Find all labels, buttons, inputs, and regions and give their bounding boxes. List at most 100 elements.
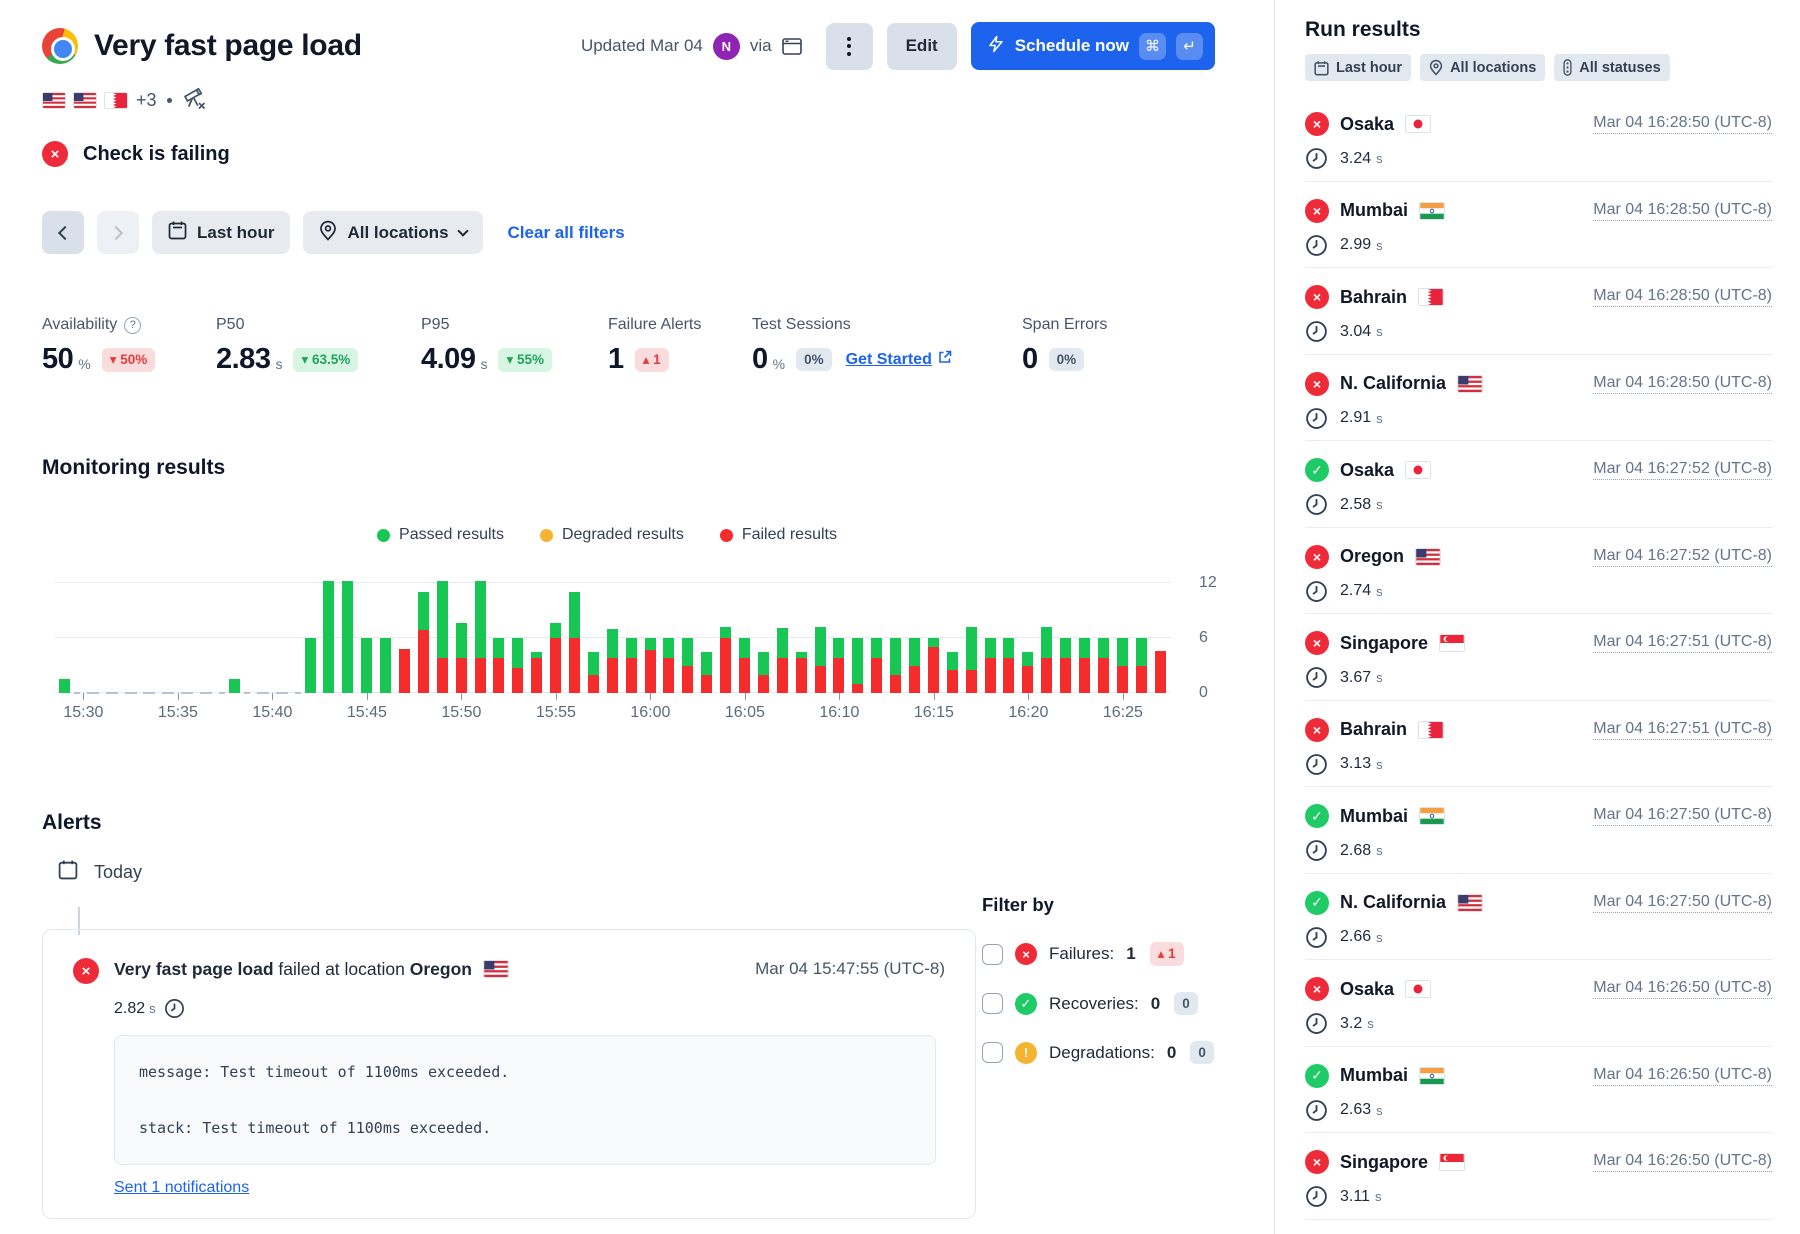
chart-bar-16:07[interactable] — [773, 560, 792, 693]
run-result-item[interactable]: ×OregonMar 04 16:27:52 (UTC-8)2.74s — [1305, 528, 1772, 615]
legend-item-passed[interactable]: Passed results — [377, 526, 504, 544]
run-timestamp-link[interactable]: Mar 04 16:27:52 (UTC-8) — [1593, 460, 1772, 480]
run-filter-pill-calendar[interactable]: Last hour — [1305, 54, 1411, 81]
get-started-link[interactable]: Get Started — [846, 350, 952, 369]
chart-bar-15:29[interactable] — [55, 560, 74, 693]
chart-bar-15:49[interactable] — [433, 560, 452, 693]
run-result-item[interactable]: ✓N. CaliforniaMar 04 16:27:50 (UTC-8)2.6… — [1305, 874, 1772, 961]
chart-bar-15:38[interactable] — [225, 560, 244, 693]
run-timestamp-link[interactable]: Mar 04 16:27:52 (UTC-8) — [1593, 547, 1772, 567]
run-filter-pill-pin[interactable]: All locations — [1420, 54, 1545, 81]
clear-all-filters-link[interactable]: Clear all filters — [508, 223, 625, 243]
legend-item-failed[interactable]: Failed results — [720, 526, 837, 544]
chart-bar-16:03[interactable] — [697, 560, 716, 693]
run-timestamp-link[interactable]: Mar 04 16:26:50 (UTC-8) — [1593, 1152, 1772, 1172]
run-timestamp-link[interactable]: Mar 04 16:27:50 (UTC-8) — [1593, 806, 1772, 826]
chart-bar-16:08[interactable] — [792, 560, 811, 693]
chart-bar-15:54[interactable] — [527, 560, 546, 693]
run-result-item[interactable]: ×N. CaliforniaMar 04 16:28:50 (UTC-8)2.9… — [1305, 355, 1772, 442]
legend-item-degraded[interactable]: Degraded results — [540, 526, 684, 544]
chart-bar-16:26[interactable] — [1132, 560, 1151, 693]
chart-bar-16:01[interactable] — [660, 560, 679, 693]
chart-bar-16:23[interactable] — [1075, 560, 1094, 693]
chart-bar-16:13[interactable] — [886, 560, 905, 693]
chart-bar-15:56[interactable] — [565, 560, 584, 693]
time-range-filter-button[interactable]: Last hour — [152, 211, 290, 254]
chart-bar-16:25[interactable] — [1113, 560, 1132, 693]
chart-bar-15:58[interactable] — [603, 560, 622, 693]
chart-bar-16:09[interactable] — [811, 560, 830, 693]
chart-bar-15:36[interactable] — [187, 560, 206, 693]
run-timestamp-link[interactable]: Mar 04 16:26:50 (UTC-8) — [1593, 1066, 1772, 1086]
chart-bar-16:20[interactable] — [1018, 560, 1037, 693]
schedule-now-button[interactable]: Schedule now ⌘ ↵ — [971, 22, 1215, 70]
chart-bar-15:53[interactable] — [508, 560, 527, 693]
run-timestamp-link[interactable]: Mar 04 16:28:50 (UTC-8) — [1593, 374, 1772, 394]
alert-card[interactable]: × Very fast page load failed at location… — [42, 929, 976, 1219]
run-timestamp-link[interactable]: Mar 04 16:26:50 (UTC-8) — [1593, 979, 1772, 999]
chart-bar-16:15[interactable] — [924, 560, 943, 693]
run-timestamp-link[interactable]: Mar 04 16:28:50 (UTC-8) — [1593, 114, 1772, 134]
chart-bar-16:06[interactable] — [754, 560, 773, 693]
sent-notifications-link[interactable]: Sent 1 notifications — [114, 1179, 249, 1197]
run-result-item[interactable]: ×OsakaMar 04 16:28:50 (UTC-8)3.24s — [1305, 95, 1772, 182]
run-result-item[interactable]: ×SingaporeMar 04 16:26:50 (UTC-8)3.11s — [1305, 1133, 1772, 1220]
chart-bar-15:33[interactable] — [131, 560, 150, 693]
help-icon[interactable]: ? — [124, 317, 141, 334]
checkbox[interactable] — [982, 944, 1003, 965]
chart-bar-15:55[interactable] — [546, 560, 565, 693]
chart-bar-16:22[interactable] — [1056, 560, 1075, 693]
chart-bar-15:34[interactable] — [149, 560, 168, 693]
chart-bar-15:45[interactable] — [357, 560, 376, 693]
chart-bar-16:18[interactable] — [981, 560, 1000, 693]
chart-bar-16:11[interactable] — [848, 560, 867, 693]
chart-bar-16:10[interactable] — [830, 560, 849, 693]
next-period-button[interactable] — [97, 211, 139, 254]
prev-period-button[interactable] — [42, 211, 84, 254]
chart-bar-15:47[interactable] — [395, 560, 414, 693]
chart-bar-15:48[interactable] — [414, 560, 433, 693]
chart-bar-15:37[interactable] — [206, 560, 225, 693]
locations-filter-button[interactable]: All locations — [303, 211, 482, 254]
chart-bar-15:46[interactable] — [376, 560, 395, 693]
chart-bar-15:59[interactable] — [622, 560, 641, 693]
run-result-item[interactable]: ×SingaporeMar 04 16:27:51 (UTC-8)3.67s — [1305, 614, 1772, 701]
chart-bar-15:39[interactable] — [244, 560, 263, 693]
chart-bar-16:04[interactable] — [716, 560, 735, 693]
chart-bar-16:00[interactable] — [641, 560, 660, 693]
run-timestamp-link[interactable]: Mar 04 16:28:50 (UTC-8) — [1593, 201, 1772, 221]
chart-bar-16:12[interactable] — [867, 560, 886, 693]
chart-bar-16:17[interactable] — [962, 560, 981, 693]
checkbox[interactable] — [982, 993, 1003, 1014]
chart-bar-16:21[interactable] — [1037, 560, 1056, 693]
chart-bar-15:57[interactable] — [584, 560, 603, 693]
chart-bar-16:27[interactable] — [1151, 560, 1170, 693]
run-result-item[interactable]: ×OsakaMar 04 16:26:50 (UTC-8)3.2s — [1305, 960, 1772, 1047]
run-timestamp-link[interactable]: Mar 04 16:27:51 (UTC-8) — [1593, 633, 1772, 653]
chart-bar-15:51[interactable] — [471, 560, 490, 693]
run-timestamp-link[interactable]: Mar 04 16:27:51 (UTC-8) — [1593, 720, 1772, 740]
chart-bar-15:30[interactable] — [74, 560, 93, 693]
run-result-item[interactable]: ✓OsakaMar 04 16:27:52 (UTC-8)2.58s — [1305, 441, 1772, 528]
run-timestamp-link[interactable]: Mar 04 16:27:50 (UTC-8) — [1593, 893, 1772, 913]
run-filter-pill-traffic[interactable]: All statuses — [1554, 54, 1669, 81]
chart-bar-15:32[interactable] — [112, 560, 131, 693]
chart-bar-15:31[interactable] — [93, 560, 112, 693]
chart-bar-15:41[interactable] — [282, 560, 301, 693]
chart-bar-15:40[interactable] — [263, 560, 282, 693]
run-timestamp-link[interactable]: Mar 04 16:28:50 (UTC-8) — [1593, 287, 1772, 307]
run-result-item[interactable]: ×BahrainMar 04 16:28:50 (UTC-8)3.04s — [1305, 268, 1772, 355]
chart-bar-16:02[interactable] — [678, 560, 697, 693]
chart-bar-15:35[interactable] — [168, 560, 187, 693]
edit-button[interactable]: Edit — [887, 23, 957, 70]
more-menu-button[interactable] — [826, 23, 873, 70]
run-result-item[interactable]: ×BahrainMar 04 16:27:51 (UTC-8)3.13s — [1305, 701, 1772, 788]
chart-bar-15:50[interactable] — [452, 560, 471, 693]
chart-bar-16:19[interactable] — [1000, 560, 1019, 693]
chart-bar-16:16[interactable] — [943, 560, 962, 693]
chart-bar-15:44[interactable] — [338, 560, 357, 693]
chart-bar-15:42[interactable] — [301, 560, 320, 693]
chart-bar-15:52[interactable] — [489, 560, 508, 693]
run-result-item[interactable]: ×MumbaiMar 04 16:28:50 (UTC-8)2.99s — [1305, 182, 1772, 269]
chart-bar-16:14[interactable] — [905, 560, 924, 693]
